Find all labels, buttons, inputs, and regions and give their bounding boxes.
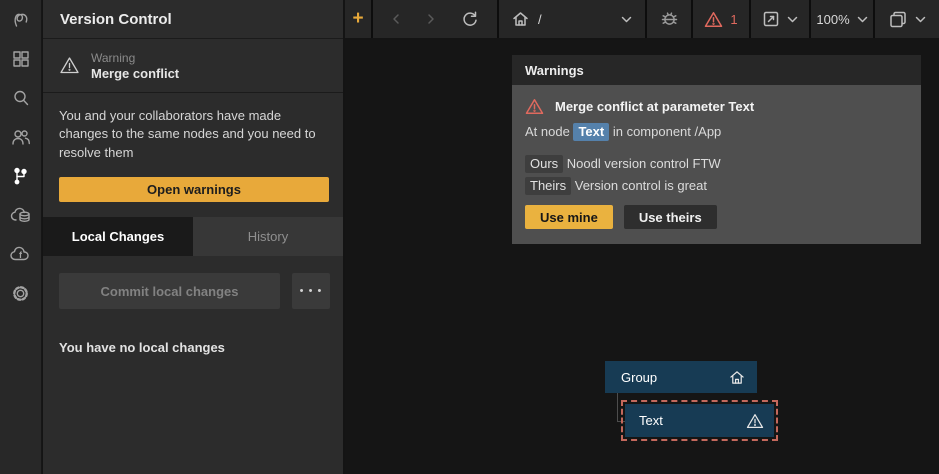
version-control-branch-icon[interactable] bbox=[8, 163, 34, 189]
node-text[interactable]: Text bbox=[625, 404, 774, 437]
warning-item-title: Merge conflict at parameter Text bbox=[555, 99, 754, 114]
chevron-down-icon bbox=[787, 16, 798, 23]
noodl-editor: f Version Control Warning Merge conflict… bbox=[0, 0, 939, 474]
settings-gear-icon[interactable] bbox=[8, 280, 34, 306]
bug-icon bbox=[660, 10, 679, 28]
warning-location: At node Text in component /App bbox=[525, 124, 908, 139]
warnings-popup-body: Merge conflict at parameter Text At node… bbox=[512, 85, 921, 244]
tab-history[interactable]: History bbox=[193, 217, 343, 256]
more-options-button[interactable]: • • • bbox=[292, 273, 330, 309]
theirs-line: Theirs Version control is great bbox=[525, 178, 908, 193]
warnings-popup: Warnings Merge conflict at parameter Tex… bbox=[512, 55, 921, 244]
warnings-popup-header: Warnings bbox=[512, 55, 921, 85]
cloud-services-icon[interactable] bbox=[8, 202, 34, 228]
warning-item-title-row: Merge conflict at parameter Text bbox=[525, 98, 908, 115]
theirs-value: Version control is great bbox=[575, 178, 707, 193]
use-theirs-button[interactable]: Use theirs bbox=[624, 205, 717, 229]
components-grid-icon[interactable] bbox=[8, 46, 34, 72]
conflict-description: You and your collaborators have made cha… bbox=[43, 93, 339, 162]
location-middle: in component bbox=[613, 124, 691, 139]
node-group[interactable]: Group bbox=[605, 361, 757, 393]
node-connector bbox=[617, 393, 618, 422]
commit-local-changes-button[interactable]: Commit local changes bbox=[59, 273, 280, 309]
theirs-badge: Theirs bbox=[525, 177, 571, 195]
component-path: /App bbox=[695, 124, 722, 139]
tab-local-changes[interactable]: Local Changes bbox=[43, 217, 193, 256]
refresh-icon[interactable] bbox=[461, 10, 479, 28]
node-label: Group bbox=[621, 370, 729, 385]
screens-icon bbox=[888, 10, 908, 28]
zoom-level-selector[interactable]: 100% bbox=[811, 0, 873, 38]
icon-rail: f bbox=[0, 0, 42, 474]
warning-kind-label: Warning bbox=[91, 51, 179, 65]
warning-triangle-icon bbox=[525, 98, 544, 115]
use-mine-button[interactable]: Use mine bbox=[525, 205, 613, 229]
warning-count: 1 bbox=[730, 12, 737, 27]
ours-line: Ours Noodl version control FTW bbox=[525, 156, 908, 171]
debug-button[interactable] bbox=[647, 0, 691, 38]
warning-triangle-icon bbox=[704, 11, 723, 28]
forward-icon[interactable] bbox=[426, 13, 436, 25]
open-warnings-button[interactable]: Open warnings bbox=[59, 177, 329, 202]
navigation-group bbox=[373, 0, 497, 38]
component-path: / bbox=[538, 12, 614, 27]
warning-title: Merge conflict bbox=[91, 66, 179, 81]
home-icon bbox=[512, 11, 529, 27]
node-text-selection[interactable]: Text bbox=[621, 400, 778, 441]
warning-triangle-icon bbox=[746, 413, 764, 429]
warnings-popup-title: Warnings bbox=[525, 63, 584, 78]
panel-header: Version Control bbox=[43, 0, 343, 39]
conflict-resolution-buttons: Use mine Use theirs bbox=[525, 205, 908, 229]
back-icon[interactable] bbox=[391, 13, 401, 25]
version-control-panel: Version Control Warning Merge conflict Y… bbox=[43, 0, 343, 474]
expand-icon bbox=[762, 10, 780, 28]
home-icon bbox=[729, 370, 745, 385]
commit-row: Commit local changes • • • bbox=[43, 256, 343, 309]
cloud-functions-icon[interactable]: f bbox=[8, 241, 34, 267]
noodl-logo-icon[interactable] bbox=[8, 7, 34, 33]
chevron-down-icon bbox=[621, 16, 632, 23]
no-local-changes-message: You have no local changes bbox=[43, 309, 343, 355]
chevron-down-icon bbox=[915, 16, 926, 23]
zoom-level: 100% bbox=[816, 12, 849, 27]
warnings-indicator-button[interactable]: 1 bbox=[693, 0, 749, 38]
search-icon[interactable] bbox=[8, 85, 34, 111]
top-toolbar: + / bbox=[345, 0, 939, 38]
node-label: Text bbox=[639, 413, 746, 428]
merge-conflict-banner: Warning Merge conflict bbox=[43, 39, 343, 93]
ours-badge: Ours bbox=[525, 155, 563, 173]
chevron-down-icon bbox=[857, 16, 868, 23]
add-node-button[interactable]: + bbox=[345, 0, 371, 38]
svg-text:f: f bbox=[19, 250, 23, 260]
viewport-selector[interactable] bbox=[875, 0, 939, 38]
component-path-selector[interactable]: / bbox=[499, 0, 645, 38]
ours-value: Noodl version control FTW bbox=[567, 156, 721, 171]
node-name-badge: Text bbox=[573, 123, 609, 141]
preview-size-selector[interactable] bbox=[751, 0, 809, 38]
panel-tabs: Local Changes History bbox=[43, 217, 343, 256]
panel-title: Version Control bbox=[60, 11, 172, 28]
location-prefix: At node bbox=[525, 124, 570, 139]
collaborators-icon[interactable] bbox=[8, 124, 34, 150]
warning-triangle-icon bbox=[59, 56, 80, 75]
